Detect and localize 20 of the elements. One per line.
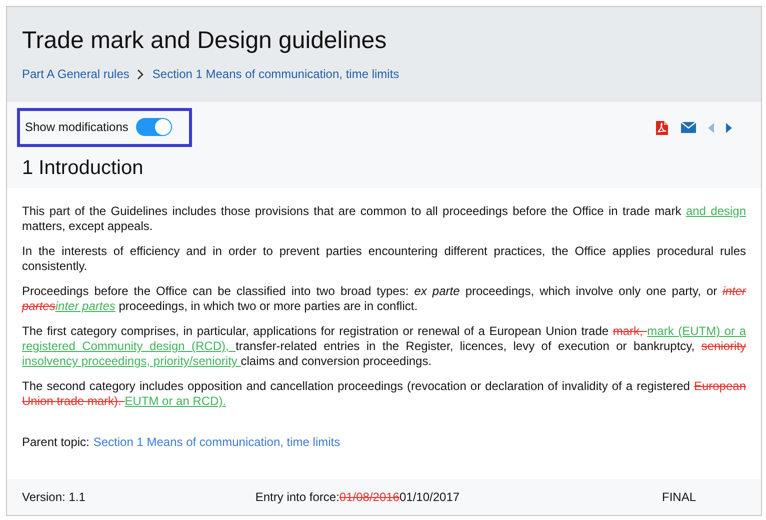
paragraph: Proceedings before the Office can be classified into two broad types: ex parte proceedings, which involve only one party, or inter partesinter partes proceedings, in which two or more parties are in conflict. [22,284,746,314]
status-text: FINAL [662,490,696,504]
toggle-label: Show modifications [25,120,128,134]
entry-into-force-text: Entry into force:01/08/201601/10/2017 [255,490,460,504]
paragraph: In the interests of efficiency and in order to prevent parties encountering different practices, the Office applies procedural rules consistently. [22,244,746,274]
version-text: Version: 1.1 [22,490,86,504]
mail-icon[interactable] [681,122,696,133]
chevron-right-icon [137,68,144,80]
page-title: Trade mark and Design guidelines [22,27,388,55]
toggle-switch[interactable] [136,118,172,136]
section-heading: 1 Introduction [22,157,144,180]
breadcrumb-link[interactable]: Section 1 Means of communication, time limits [152,67,400,81]
pdf-icon[interactable] [655,120,669,136]
parent-topic-label: Parent topic: [22,435,90,450]
paragraph: The first category comprises, in particular, applications for registration or renewal of a European Union trade mark, mark (EUTM) or a registered Community design (RCD), transfer-related entries in the Register, licences, levy of execution or bankruptcy, seniority insolvency proceedings, priority/seniority claims and conversion proceedings. [22,324,746,369]
next-icon[interactable] [726,122,732,132]
paragraph: This part of the Guidelines includes those provisions that are common to all proceedings before the Office in trade mark and design matters, except appeals. [22,204,746,234]
parent-topic-link[interactable]: Section 1 Means of communication, time limits [93,435,340,450]
breadcrumb-link[interactable]: Part A General rules [22,67,130,81]
paragraph: The second category includes opposition and cancellation proceedings (revocation or declaration of invalidity of a registered European Union trade mark). EUTM or an RCD). [22,379,746,409]
